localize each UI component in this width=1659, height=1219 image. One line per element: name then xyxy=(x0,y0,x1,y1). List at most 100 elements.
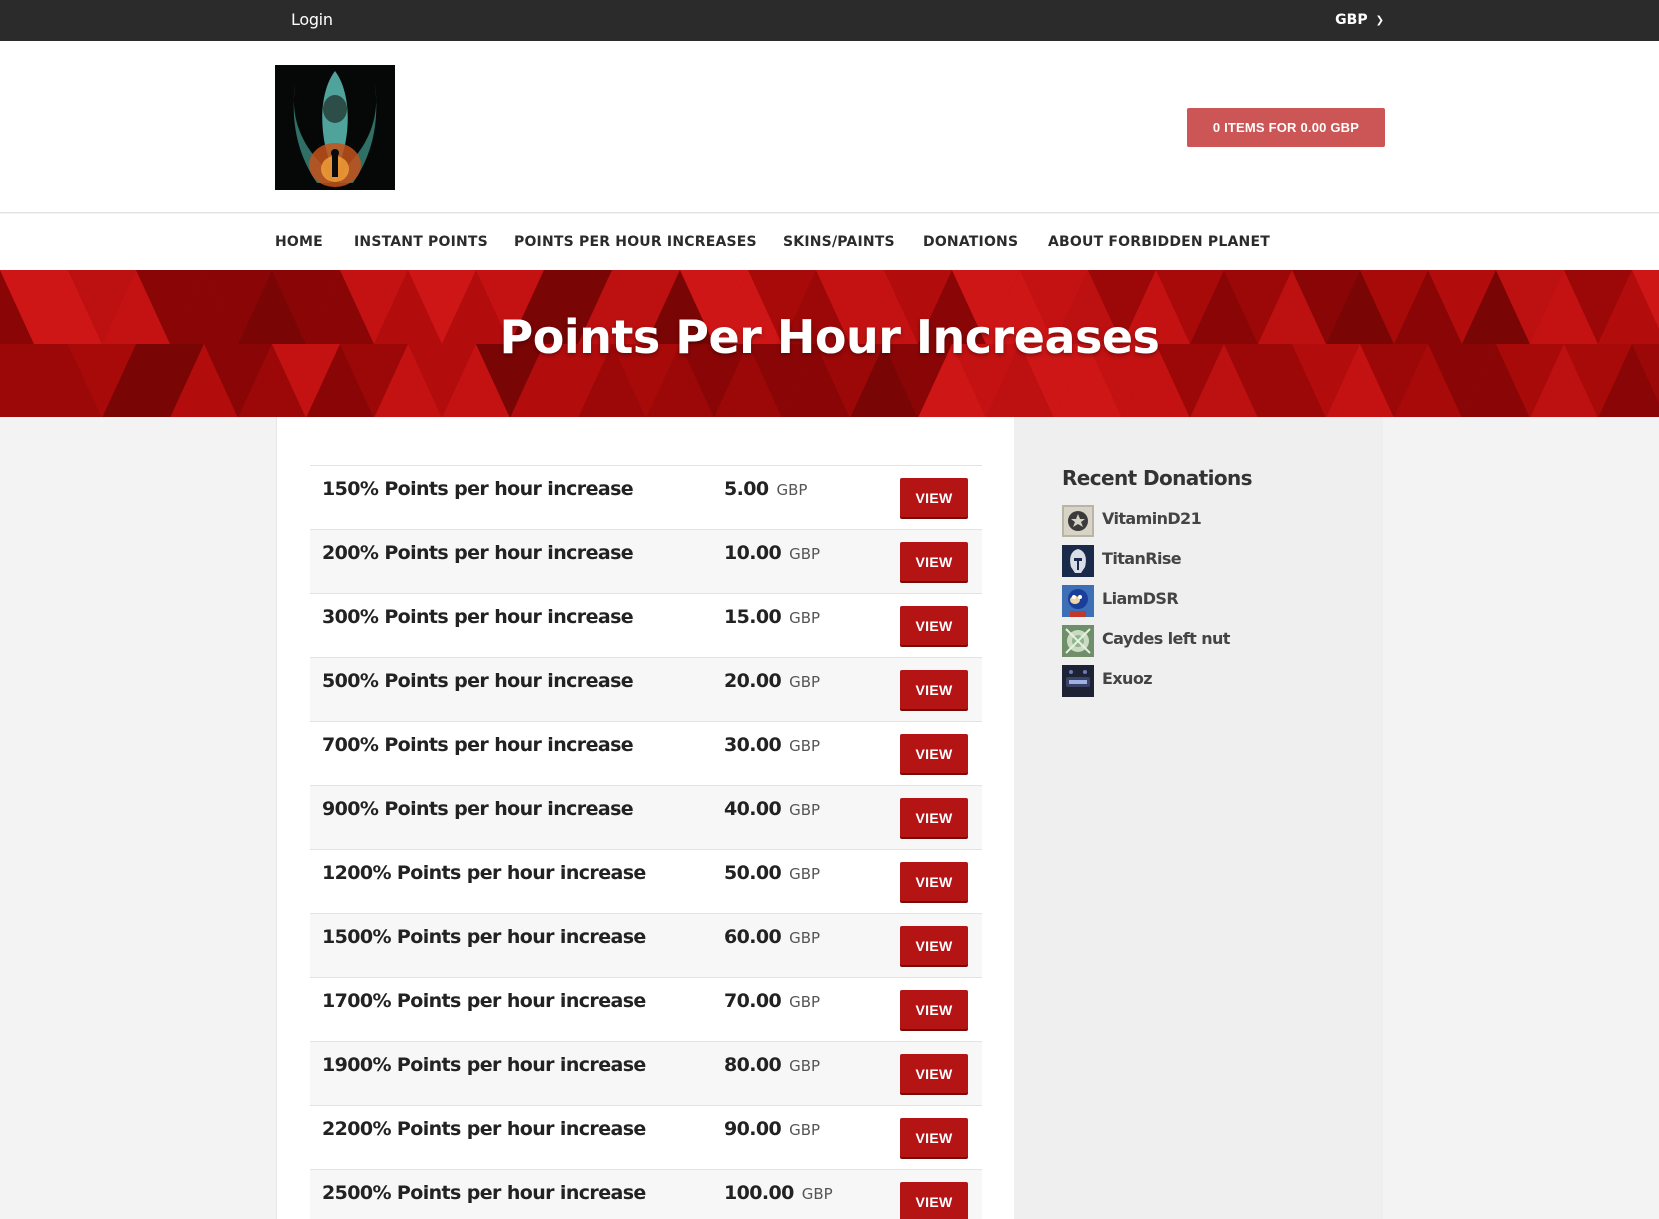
currency-label: GBP xyxy=(1335,12,1368,28)
product-name: 200% Points per hour increase xyxy=(322,542,634,564)
product-row: 1200% Points per hour increase 50.00 GBP V… xyxy=(310,849,982,913)
site-header: 0 ITEMS FOR 0.00 GBP xyxy=(0,41,1659,213)
product-price-value: 100.00 xyxy=(724,1182,794,1204)
view-button[interactable]: VIEW xyxy=(900,1182,968,1219)
main-content: 150% Points per hour increase 5.00 GBP VIE… xyxy=(276,417,1014,1219)
main-nav: HOME INSTANT POINTS POINTS PER HOUR INCR… xyxy=(0,214,1659,270)
product-price-value: 30.00 xyxy=(724,734,782,756)
view-button[interactable]: VIEW xyxy=(900,670,968,709)
product-price-currency: GBP xyxy=(776,481,808,499)
product-price: 15.00 GBP xyxy=(724,606,820,628)
product-list: 150% Points per hour increase 5.00 GBP VIE… xyxy=(310,465,982,1219)
product-row: 500% Points per hour increase 20.00 GBP VI… xyxy=(310,657,982,721)
product-price-value: 80.00 xyxy=(724,1054,782,1076)
product-price: 70.00 GBP xyxy=(724,990,820,1012)
product-price: 100.00 GBP xyxy=(724,1182,833,1204)
product-row: 900% Points per hour increase 40.00 GBP VI… xyxy=(310,785,982,849)
product-price-currency: GBP xyxy=(789,609,821,627)
donor-name: VitaminD21 xyxy=(1102,509,1202,528)
view-button[interactable]: VIEW xyxy=(900,542,968,581)
product-name: 300% Points per hour increase xyxy=(322,606,634,628)
product-name: 2500% Points per hour increase xyxy=(322,1182,646,1204)
product-name: 500% Points per hour increase xyxy=(322,670,634,692)
product-price-currency: GBP xyxy=(789,929,821,947)
product-price-value: 40.00 xyxy=(724,798,782,820)
product-price: 20.00 GBP xyxy=(724,670,820,692)
donor-avatar xyxy=(1062,505,1094,537)
view-button[interactable]: VIEW xyxy=(900,606,968,645)
product-price: 5.00 GBP xyxy=(724,478,807,500)
nav-item-about[interactable]: ABOUT FORBIDDEN PLANET xyxy=(1048,234,1270,250)
product-price-currency: GBP xyxy=(789,737,821,755)
donor-name: Caydes left nut xyxy=(1102,629,1230,648)
product-name: 1500% Points per hour increase xyxy=(322,926,646,948)
product-price-currency: GBP xyxy=(789,1121,821,1139)
product-price-value: 60.00 xyxy=(724,926,782,948)
product-name: 700% Points per hour increase xyxy=(322,734,634,756)
product-row: 200% Points per hour increase 10.00 GBP VI… xyxy=(310,529,982,593)
product-price-currency: GBP xyxy=(789,801,821,819)
view-button[interactable]: VIEW xyxy=(900,862,968,901)
donor-avatar xyxy=(1062,625,1094,657)
donor-name: Exuoz xyxy=(1102,669,1153,688)
product-price-currency: GBP xyxy=(801,1185,833,1203)
view-button[interactable]: VIEW xyxy=(900,926,968,965)
donor-name: LiamDSR xyxy=(1102,589,1179,608)
product-price: 50.00 GBP xyxy=(724,862,820,884)
nav-item-instant-points[interactable]: INSTANT POINTS xyxy=(354,234,488,250)
site-logo[interactable] xyxy=(275,65,395,190)
product-price-value: 50.00 xyxy=(724,862,782,884)
product-name: 1200% Points per hour increase xyxy=(322,862,646,884)
nav-item-donations[interactable]: DONATIONS xyxy=(923,234,1018,250)
product-row: 1500% Points per hour increase 60.00 GBP V… xyxy=(310,913,982,977)
view-button[interactable]: VIEW xyxy=(900,1054,968,1093)
product-price-value: 70.00 xyxy=(724,990,782,1012)
nav-item-points-per-hour[interactable]: POINTS PER HOUR INCREASES xyxy=(514,234,757,250)
product-price-currency: GBP xyxy=(789,545,821,563)
donor-avatar xyxy=(1062,665,1094,697)
top-bar: Login GBP ❯ xyxy=(0,0,1659,41)
product-row: 2500% Points per hour increase 100.00 GBP… xyxy=(310,1169,982,1219)
login-link[interactable]: Login xyxy=(291,10,333,29)
product-price-value: 15.00 xyxy=(724,606,782,628)
product-price-value: 90.00 xyxy=(724,1118,782,1140)
product-name: 1700% Points per hour increase xyxy=(322,990,646,1012)
donor-name: TitanRise xyxy=(1102,549,1182,568)
product-row: 2200% Points per hour increase 90.00 GBP V… xyxy=(310,1105,982,1169)
product-price: 80.00 GBP xyxy=(724,1054,820,1076)
view-button[interactable]: VIEW xyxy=(900,734,968,773)
nav-item-skins-paints[interactable]: SKINS/PAINTS xyxy=(783,234,895,250)
nav-item-home[interactable]: HOME xyxy=(275,234,323,250)
product-row: 1900% Points per hour increase 80.00 GBP V… xyxy=(310,1041,982,1105)
product-price-value: 20.00 xyxy=(724,670,782,692)
view-button[interactable]: VIEW xyxy=(900,478,968,517)
product-row: 150% Points per hour increase 5.00 GBP VIE… xyxy=(310,465,982,529)
product-price-value: 5.00 xyxy=(724,478,769,500)
product-name: 1900% Points per hour increase xyxy=(322,1054,646,1076)
product-name: 150% Points per hour increase xyxy=(322,478,634,500)
product-price: 90.00 GBP xyxy=(724,1118,820,1140)
product-price: 60.00 GBP xyxy=(724,926,820,948)
product-price: 30.00 GBP xyxy=(724,734,820,756)
product-row: 300% Points per hour increase 15.00 GBP VI… xyxy=(310,593,982,657)
view-button[interactable]: VIEW xyxy=(900,1118,968,1157)
product-price-currency: GBP xyxy=(789,865,821,883)
cart-button[interactable]: 0 ITEMS FOR 0.00 GBP xyxy=(1187,108,1385,147)
currency-selector[interactable]: GBP ❯ xyxy=(1335,12,1384,28)
donor-avatar xyxy=(1062,585,1094,617)
product-name: 900% Points per hour increase xyxy=(322,798,634,820)
product-row: 1700% Points per hour increase 70.00 GBP V… xyxy=(310,977,982,1041)
view-button[interactable]: VIEW xyxy=(900,798,968,837)
product-price: 40.00 GBP xyxy=(724,798,820,820)
logo-image xyxy=(275,65,395,190)
view-button[interactable]: VIEW xyxy=(900,990,968,1029)
product-price-currency: GBP xyxy=(789,1057,821,1075)
product-price-value: 10.00 xyxy=(724,542,782,564)
product-row: 700% Points per hour increase 30.00 GBP VI… xyxy=(310,721,982,785)
product-price-currency: GBP xyxy=(789,673,821,691)
recent-donations-title: Recent Donations xyxy=(1062,466,1253,490)
chevron-down-icon: ❯ xyxy=(1375,15,1384,26)
product-price-currency: GBP xyxy=(789,993,821,1011)
donor-avatar xyxy=(1062,545,1094,577)
sidebar: Recent Donations VitaminD21 TitanRise Li… xyxy=(1014,417,1383,1219)
